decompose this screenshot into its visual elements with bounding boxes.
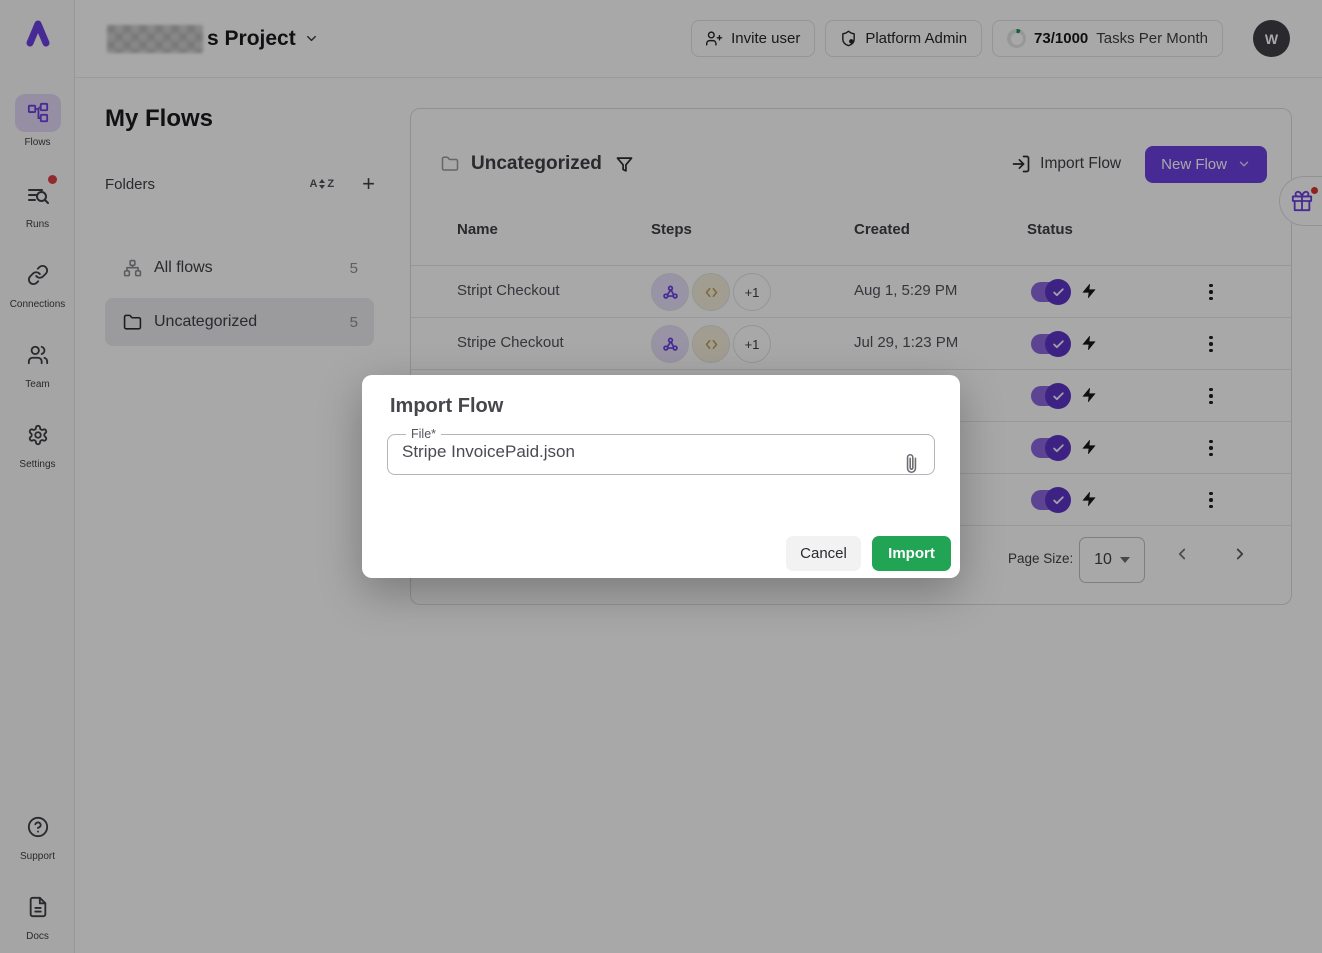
import-button[interactable]: Import [872,536,951,571]
app-root: Flows Runs Connections [0,0,1322,953]
attach-file-button[interactable] [901,453,922,474]
file-field-label: File* [406,427,441,441]
import-flow-dialog: Import Flow File* Cancel Import [362,375,960,578]
file-field: File* [387,427,935,475]
paperclip-icon [901,453,922,474]
file-input[interactable] [402,442,888,462]
dialog-title: Import Flow [390,395,503,418]
cancel-button[interactable]: Cancel [786,536,861,571]
